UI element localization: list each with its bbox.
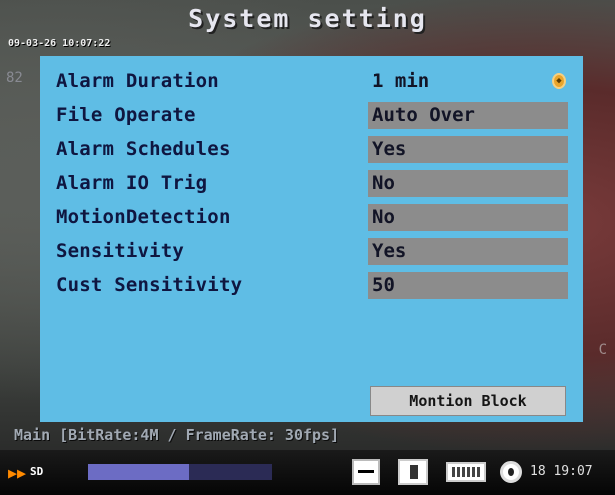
setting-row-cust-sensitivity[interactable]: Cust Sensitivity 50 [54, 268, 574, 302]
sd-label: SD [30, 465, 44, 478]
clock-icon [500, 461, 522, 483]
stream-info: Main [BitRate:4M / FrameRate: 30fps] [14, 426, 340, 444]
cust-sensitivity-field[interactable]: 50 [368, 271, 568, 299]
ghost-text-left: 82 [6, 70, 23, 86]
setting-value: 1 min [372, 70, 430, 92]
time-label: 18 19:07 [530, 464, 593, 479]
timestamp: 09-03-26 10:07:22 [8, 38, 111, 49]
setting-row-sensitivity[interactable]: Sensitivity Yes [54, 234, 574, 268]
setting-label: File Operate [56, 104, 196, 126]
setting-row-alarm-schedules[interactable]: Alarm Schedules Yes [54, 132, 574, 166]
alarm-duration-select[interactable]: 1 min ◆ [368, 67, 568, 95]
setting-row-file-operate[interactable]: File Operate Auto Over [54, 98, 574, 132]
settings-panel: Alarm Duration 1 min ◆ File Operate Auto… [40, 56, 583, 422]
motion-detection-field[interactable]: No [368, 203, 568, 231]
status-bar: ▶▶ SD 18 19:07 [0, 450, 615, 495]
alarm-io-trig-field[interactable]: No [368, 169, 568, 197]
setting-row-alarm-io-trig[interactable]: Alarm IO Trig No [54, 166, 574, 200]
file-operate-field[interactable]: Auto Over [368, 101, 568, 129]
progress-fill [88, 464, 190, 480]
setting-label: Sensitivity [56, 240, 185, 262]
setting-label: Alarm IO Trig [56, 172, 208, 194]
window-title: System setting [188, 4, 427, 33]
keyboard-icon[interactable] [352, 459, 380, 485]
setting-label: MotionDetection [56, 206, 231, 228]
setting-label: Cust Sensitivity [56, 274, 243, 296]
setting-row-motion-detection[interactable]: MotionDetection No [54, 200, 574, 234]
setting-label: Alarm Duration [56, 70, 219, 92]
ghost-text-right: C [598, 342, 607, 358]
setting-row-alarm-duration[interactable]: Alarm Duration 1 min ◆ [54, 64, 574, 98]
alarm-schedules-field[interactable]: Yes [368, 135, 568, 163]
sensitivity-field[interactable]: Yes [368, 237, 568, 265]
recording-progress [88, 464, 272, 480]
memory-card-icon[interactable] [398, 459, 428, 485]
motion-block-button[interactable]: Montion Block [370, 386, 566, 416]
battery-icon [446, 462, 486, 482]
spinner-icon[interactable]: ◆ [552, 73, 566, 89]
setting-label: Alarm Schedules [56, 138, 231, 160]
play-icon: ▶▶ [8, 464, 27, 482]
